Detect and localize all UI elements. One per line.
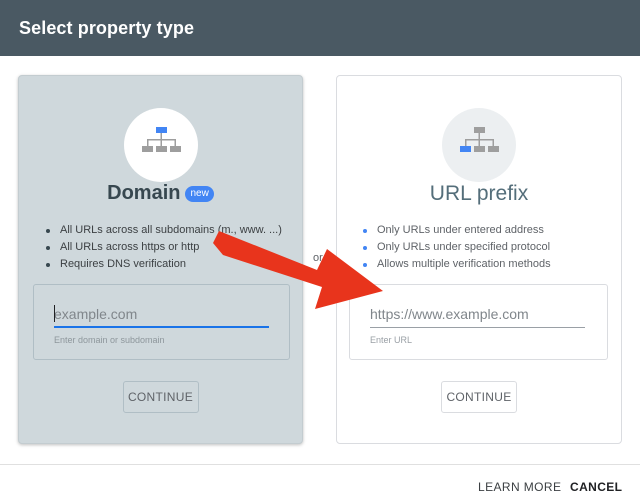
feature-text: Requires DNS verification xyxy=(60,258,186,270)
feature-text: Allows multiple verification methods xyxy=(377,258,551,270)
url-prefix-hierarchy-icon xyxy=(460,127,499,152)
select-property-dialog: Select property type Domain new All URLs … xyxy=(0,0,640,504)
site-hierarchy-icon xyxy=(141,127,181,152)
new-badge: new xyxy=(185,186,214,202)
feature-text: Only URLs under entered address xyxy=(377,224,544,236)
url-prefix-input[interactable] xyxy=(370,301,585,328)
bullet-icon xyxy=(46,229,50,233)
domain-title-label: Domain xyxy=(107,182,181,204)
feature-text: All URLs across https or http xyxy=(60,241,200,253)
dialog-title: Select property type xyxy=(0,0,640,56)
url-prefix-continue-button[interactable]: CONTINUE xyxy=(441,381,517,413)
domain-title: Domain new xyxy=(19,182,302,205)
cancel-button[interactable]: CANCEL xyxy=(570,474,622,500)
url-prefix-title: URL prefix xyxy=(429,182,529,205)
red-arrow-annotation xyxy=(213,231,383,309)
bullet-icon xyxy=(46,246,50,250)
url-prefix-helper-text: Enter URL xyxy=(370,335,413,345)
domain-helper-text: Enter domain or subdomain xyxy=(54,335,165,345)
feature-text: Only URLs under specified protocol xyxy=(377,241,551,253)
text-cursor xyxy=(54,305,55,322)
learn-more-button[interactable]: LEARN MORE xyxy=(478,474,561,500)
domain-icon-circle xyxy=(123,108,198,182)
footer-divider xyxy=(0,464,640,465)
domain-continue-button[interactable]: CONTINUE xyxy=(122,381,199,413)
url-prefix-icon-circle xyxy=(442,108,516,182)
bullet-icon xyxy=(46,263,50,267)
